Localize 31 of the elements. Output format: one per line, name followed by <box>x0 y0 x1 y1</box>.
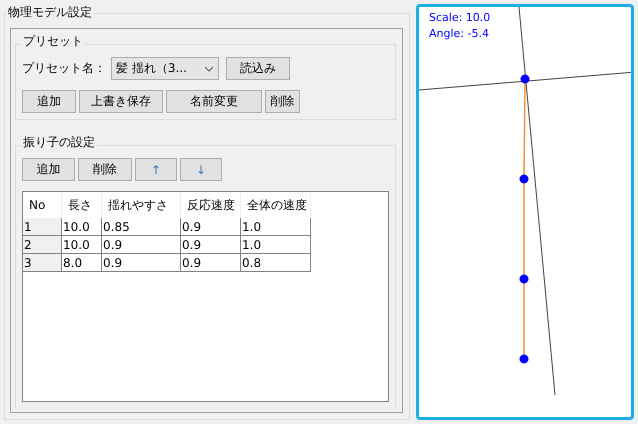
table-cell: 0.9 <box>181 218 241 235</box>
table-cell: 0.9 <box>102 236 181 253</box>
table-cell: 1.0 <box>241 236 311 253</box>
table-cell: 0.9 <box>181 254 241 271</box>
table-cell: 1.0 <box>241 218 311 235</box>
table-cell: 3 <box>23 254 62 271</box>
load-button[interactable]: 読込み <box>226 57 290 80</box>
table-cell: 10.0 <box>62 236 102 253</box>
pendulum-action-button[interactable]: ↓ <box>180 158 222 181</box>
preset-action-button[interactable]: 削除 <box>265 90 300 113</box>
table-cell: 0.85 <box>102 218 181 235</box>
pendulum-action-button[interactable]: 追加 <box>22 158 75 181</box>
table-cell: 2 <box>23 236 62 253</box>
scale-readout: Scale: 10.0 <box>429 11 490 24</box>
preset-action-button[interactable]: 追加 <box>22 90 76 113</box>
table-cell: 1 <box>23 218 62 235</box>
table-cell: 0.8 <box>241 254 311 271</box>
angle-readout: Angle: -5.4 <box>429 27 489 40</box>
chevron-down-icon <box>204 66 214 72</box>
group-title: プリセット <box>21 33 85 50</box>
table-cell: 8.0 <box>62 254 102 271</box>
preset-action-button[interactable]: 名前変更 <box>166 90 262 113</box>
table-cell: 0.9 <box>181 236 241 253</box>
table-cell: 10.0 <box>62 218 102 235</box>
pendulum-action-button[interactable]: 削除 <box>78 158 132 181</box>
preset-action-button[interactable]: 上書き保存 <box>79 90 163 113</box>
section-title: 物理モデル設定 <box>6 4 94 21</box>
preset-dropdown[interactable]: 髪 揺れ（3... <box>111 57 219 80</box>
table-cell: 0.9 <box>102 254 181 271</box>
group-title: 振り子の設定 <box>21 134 97 151</box>
preset-name-label: プリセット名： <box>22 60 106 77</box>
